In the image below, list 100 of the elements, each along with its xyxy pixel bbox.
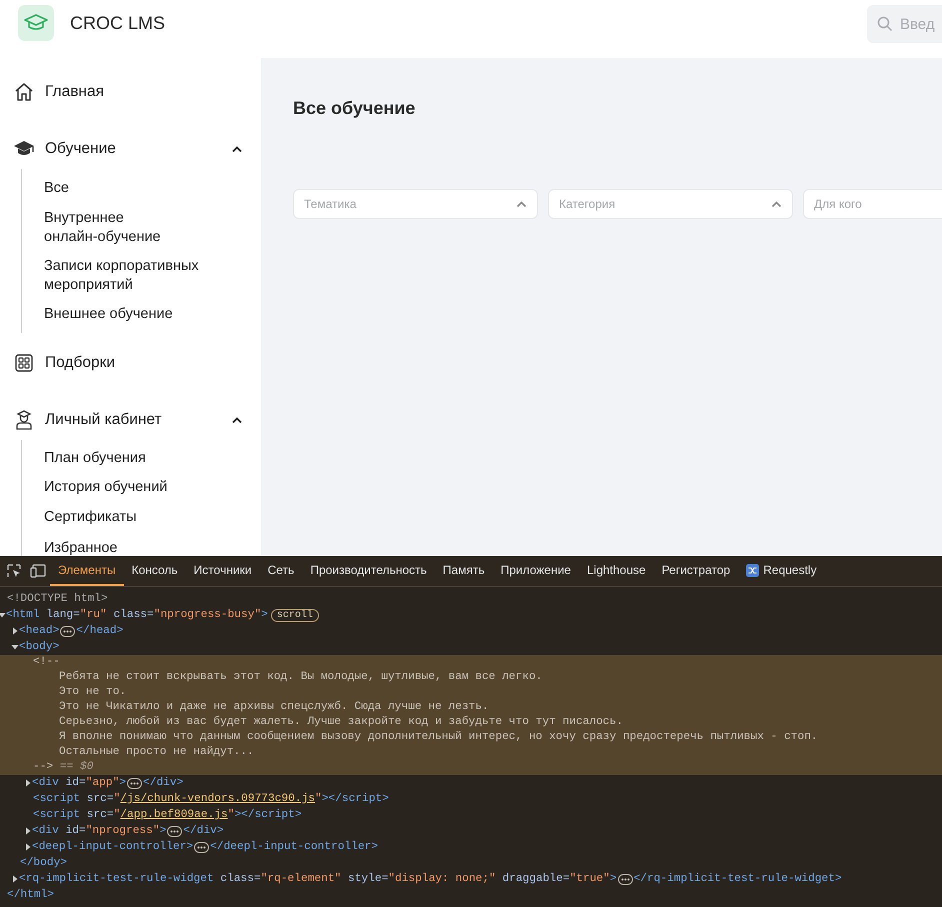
nav-item[interactable]: Обучение (13, 129, 261, 169)
comment-text: Ребята не стоит вскрывать этот код. Вы молодые, шутливые, вам все легко. (59, 671, 542, 683)
code-token: draggable= (501, 873, 570, 885)
ellipsis-icon[interactable] (194, 842, 210, 852)
code-token: src= (86, 793, 114, 805)
devtools-tab[interactable]: Консоль (124, 556, 186, 586)
code-token: lang= (45, 609, 80, 621)
code-token: " (114, 793, 120, 805)
code-token: ></script> (234, 809, 302, 821)
code-token: " (114, 809, 120, 821)
disclosure-triangle-icon[interactable] (0, 611, 6, 619)
devtools-tab[interactable]: Элементы (50, 556, 124, 586)
devtools-tab[interactable]: Регистратор (654, 556, 738, 586)
code-token: " (315, 793, 322, 805)
disclosure-triangle-icon[interactable] (11, 875, 19, 883)
code-token: "nprogress" (86, 825, 160, 837)
code-token: <body> (19, 641, 60, 653)
nav-item[interactable]: Личный кабинет (13, 400, 261, 440)
disclosure-triangle-icon[interactable] (24, 843, 32, 851)
code-token: src= (86, 809, 114, 821)
comment-text: Это не то. (59, 686, 126, 698)
brand-name[interactable]: CROC LMS (70, 5, 166, 41)
selected-comment-node[interactable] (0, 655, 942, 775)
scroll-badge[interactable]: scroll (270, 608, 319, 622)
nav-subitem[interactable]: История обучений (44, 473, 224, 502)
ellipsis-icon[interactable] (618, 874, 633, 884)
code-token: </div> (183, 825, 224, 837)
code-token: </head> (76, 625, 124, 637)
code-token: </body> (20, 857, 67, 869)
code-token: > (119, 777, 126, 789)
nav-item[interactable]: Главная (13, 72, 261, 112)
ellipsis-icon[interactable] (60, 626, 76, 636)
code-token: <rq-implicit-test-rule-widget (19, 873, 214, 885)
devtools-tab[interactable]: Производительность (302, 556, 435, 586)
code-token: style= (346, 873, 388, 885)
search-field[interactable]: Введ (867, 5, 942, 43)
code-token: id= (64, 777, 86, 789)
nav-subitem[interactable]: Сертификаты (44, 502, 224, 533)
code-token: </div> (143, 777, 184, 789)
devtools-tab[interactable]: Источники (186, 556, 260, 586)
devtools-tab[interactable]: Приложение (492, 556, 579, 586)
code-token: <div (32, 777, 59, 789)
code-token: id= (64, 825, 86, 837)
logo-icon[interactable] (18, 5, 54, 41)
code-token: "app" (86, 777, 120, 789)
source-link[interactable]: /js/chunk-vendors.09773c90.js (120, 793, 315, 805)
devtools-tab[interactable]: Сеть (260, 556, 302, 586)
comment-text: Остальные просто не найдут... (59, 746, 254, 758)
comment-open: <!-- (33, 656, 60, 668)
code-token: </rq-implicit-test-rule-widget> (634, 873, 842, 885)
nav-subitem[interactable]: Внутреннее онлайн-обучение (44, 204, 224, 252)
nav-item[interactable]: Подборки (13, 343, 261, 383)
disclosure-triangle-icon[interactable] (24, 779, 32, 787)
code-token: <script (33, 809, 80, 821)
chevron-icon (771, 200, 782, 208)
device-toolbar-icon[interactable] (30, 564, 46, 578)
chevron-icon[interactable] (231, 416, 243, 424)
code-token: "display: none;" (388, 873, 496, 885)
ellipsis-icon[interactable] (127, 778, 142, 788)
disclosure-triangle-icon[interactable] (11, 643, 19, 651)
code-token: </deepl-input-controller> (210, 841, 378, 853)
grid-icon (13, 352, 35, 374)
code-token: class= (112, 609, 154, 621)
disclosure-triangle-icon[interactable] (11, 627, 19, 635)
chevron-icon (516, 200, 527, 208)
nav-subitem[interactable]: Внешнее обучение (44, 300, 224, 329)
ellipsis-icon[interactable] (167, 826, 182, 836)
nav-subitem[interactable]: Избранное (44, 533, 224, 556)
chevron-icon[interactable] (231, 145, 243, 153)
code-token: > (261, 609, 268, 621)
code-token: "rq-element" (260, 873, 342, 885)
source-link[interactable]: /app.bef809ae.js (120, 809, 228, 821)
devtools-tab[interactable]: Lighthouse (578, 556, 654, 586)
devtools-tab[interactable]: Requestly (738, 556, 825, 586)
nav-subitem[interactable]: План обучения (44, 444, 224, 473)
code-token: <head> (19, 625, 60, 637)
home-icon (13, 81, 35, 103)
code-token: </html> (7, 889, 54, 901)
nav-subitem[interactable]: Все (44, 173, 224, 204)
code-token: class= (219, 873, 261, 885)
page-title: Все обучение (293, 98, 416, 119)
code-token: "true" (570, 873, 610, 885)
shuffle-icon (746, 564, 760, 576)
devtools-tab[interactable]: Память (434, 556, 493, 586)
code-token: "ru" (80, 609, 107, 621)
node-reference: == $0 (60, 761, 94, 773)
comment-text: Я вполне понимаю что данным сообщением вызову дополнительный интерес, но хочу сразу предостеречь пытливых - стоп. (59, 731, 818, 743)
disclosure-triangle-icon[interactable] (24, 827, 32, 835)
comment-close: --> (33, 761, 54, 773)
code-token: <deepl-input-controller> (32, 841, 194, 853)
code-token: > (160, 825, 166, 837)
code-token: " (228, 809, 234, 821)
search-icon (877, 16, 893, 32)
code-token: ></script> (322, 793, 389, 805)
code-token: <!DOCTYPE html> (7, 593, 108, 605)
nav-subitem[interactable]: Записи корпоративных мероприятий (44, 252, 224, 300)
code-token: "nprogress-busy" (154, 609, 262, 621)
code-token: <script (33, 793, 80, 805)
comment-text: Это не Чикатило и даже не архивы спецслужб. Сюда лучше не лезть. (59, 701, 489, 713)
inspect-icon[interactable] (7, 564, 21, 578)
